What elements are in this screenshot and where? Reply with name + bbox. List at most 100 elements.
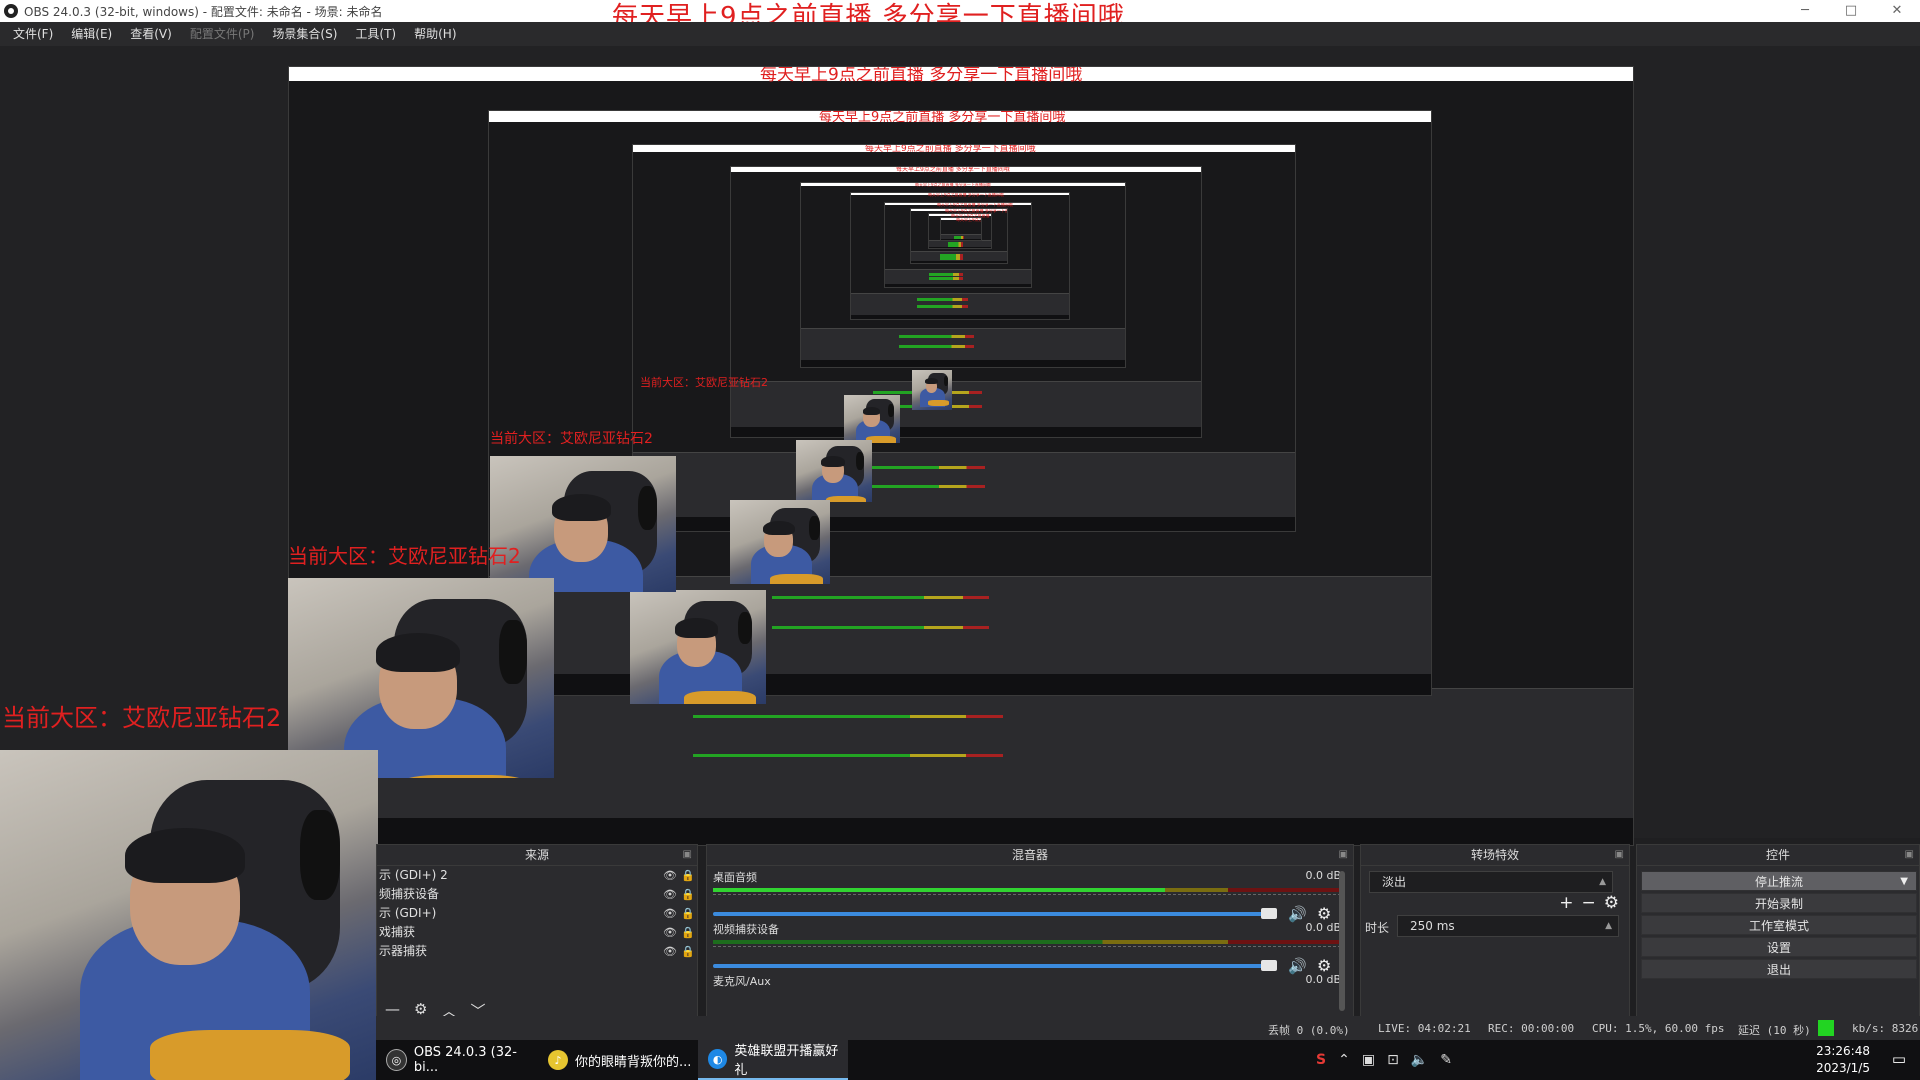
maximize-button[interactable]: □: [1828, 0, 1874, 22]
webcam-frame: [730, 500, 830, 584]
channel-db: 0.0 dB: [1305, 869, 1341, 882]
lock-icon[interactable]: 🔒: [679, 923, 697, 942]
settings-button[interactable]: 设置: [1641, 937, 1917, 957]
duration-spinbox[interactable]: 250 ms ▲: [1397, 915, 1619, 937]
stop-stream-button[interactable]: 停止推流 ▼: [1641, 871, 1917, 891]
menu-help[interactable]: 帮助(H): [405, 22, 465, 46]
source-item[interactable]: 示器捕获 👁 🔒: [377, 942, 697, 961]
duration-value: 250 ms: [1410, 919, 1455, 933]
nested-overlay-text: 每天早上9点之前直播 多分享一下直播间哦: [928, 192, 1004, 197]
spin-arrows-icon: ▲: [1599, 877, 1606, 887]
volume-icon[interactable]: 🔈: [1411, 1052, 1428, 1068]
network-icon[interactable]: ⊡: [1387, 1052, 1399, 1068]
dock-float-icon[interactable]: ▣: [1339, 845, 1348, 865]
taskbar-app-label: 你的眼睛背叛你的...: [575, 1054, 692, 1070]
source-item[interactable]: 示 (GDI+) 👁 🔒: [377, 904, 697, 923]
lock-icon[interactable]: 🔒: [679, 942, 697, 961]
webcam-region-label: 当前大区：艾欧尼亚钻石2: [640, 376, 768, 389]
tray-chevron-up-icon[interactable]: ⌃: [1338, 1052, 1350, 1068]
exit-button[interactable]: 退出: [1641, 959, 1917, 979]
browser-app-icon: ◐: [708, 1049, 728, 1069]
taskbar-league-client[interactable]: ◐ 英雄联盟开播赢好礼: [698, 1040, 848, 1080]
source-item[interactable]: 戏捕获 👁 🔒: [377, 923, 697, 942]
sogou-input-icon[interactable]: S: [1316, 1052, 1326, 1068]
webcam-frame: [912, 370, 952, 410]
visibility-eye-icon[interactable]: 👁: [661, 904, 679, 923]
transition-selected-value: 淡出: [1382, 875, 1407, 889]
bitrate: kb/s: 8326: [1852, 1022, 1919, 1035]
remove-transition-icon[interactable]: −: [1582, 893, 1596, 913]
source-item[interactable]: 频捕获设备 👁 🔒: [377, 885, 697, 904]
dock-float-icon[interactable]: ▣: [1905, 845, 1914, 865]
lock-icon[interactable]: 🔒: [679, 904, 697, 923]
lock-icon[interactable]: 🔒: [679, 866, 697, 885]
meter-ticks: [713, 946, 1341, 957]
volume-meter-level: [713, 888, 1166, 892]
close-button[interactable]: ✕: [1874, 0, 1920, 22]
slider-handle[interactable]: [1261, 960, 1277, 971]
source-name: 示器捕获: [379, 944, 428, 958]
dock-float-icon[interactable]: ▣: [1615, 845, 1624, 865]
pen-icon[interactable]: ✎: [1440, 1052, 1452, 1068]
studio-mode-button[interactable]: 工作室模式: [1641, 915, 1917, 935]
source-item[interactable]: 示 (GDI+) 2 👁 🔒: [377, 866, 697, 885]
channel-name: 桌面音频: [713, 871, 757, 884]
nested-overlay-text: 每天早上9点之前直播 多分享一下直播间哦: [915, 182, 991, 187]
source-list: 示 (GDI+) 2 👁 🔒 频捕获设备 👁 🔒 示 (GDI+) 👁 🔒 戏捕获 👁 🔒 示器捕获 👁 🔒: [377, 866, 697, 961]
add-transition-icon[interactable]: +: [1559, 893, 1573, 913]
start-recording-button[interactable]: 开始录制: [1641, 893, 1917, 913]
tray-app-icon[interactable]: ▣: [1362, 1052, 1375, 1068]
transition-settings-gear-icon[interactable]: ⚙: [1604, 893, 1619, 913]
visibility-eye-icon[interactable]: 👁: [661, 942, 679, 961]
mixer-channel: 麦克风/Aux 0.0 dB: [713, 973, 1341, 989]
taskbar-music[interactable]: ♪ 你的眼睛背叛你的...: [538, 1040, 696, 1080]
mixer-dock: 混音器 ▣ 桌面音频 0.0 dB 🔊 ⚙ 视频捕获设备 0.0 dB 🔊 ⚙ 麦克风/Aux 0…: [706, 844, 1354, 1040]
menu-bar: 文件(F) 编辑(E) 查看(V) 配置文件(P) 场景集合(S) 工具(T) …: [0, 22, 1920, 46]
delay-status: 延迟 (10 秒): [1738, 1024, 1811, 1037]
transition-select[interactable]: 淡出 ▲: [1369, 871, 1613, 893]
notification-icon[interactable]: ▭: [1892, 1050, 1906, 1068]
chevron-down-icon[interactable]: ▼: [1900, 872, 1908, 892]
menu-edit[interactable]: 编辑(E): [62, 22, 121, 46]
mixer-title: 混音器: [1011, 848, 1048, 862]
lock-icon[interactable]: 🔒: [679, 885, 697, 904]
nested-overlay-text: 每天早上9点之前直播 多分享一下直播间哦: [819, 110, 1066, 125]
duration-label: 时长: [1365, 921, 1390, 935]
source-name: 频捕获设备: [379, 887, 440, 901]
stop-stream-label: 停止推流: [1754, 875, 1803, 889]
taskbar-obs[interactable]: ◎ OBS 24.0.3 (32-bi...: [376, 1040, 534, 1080]
windows-taskbar: ◎ OBS 24.0.3 (32-bi... ♪ 你的眼睛背叛你的... ◐ 英…: [376, 1040, 1920, 1080]
controls-title: 控件: [1765, 848, 1790, 862]
dock-float-icon[interactable]: ▣: [683, 845, 692, 865]
menu-view[interactable]: 查看(V): [121, 22, 181, 46]
slider-handle[interactable]: [1261, 908, 1277, 919]
channel-db: 0.0 dB: [1305, 973, 1341, 986]
webcam-region-label: 当前大区：艾欧尼亚钻石2: [2, 704, 282, 732]
minimize-button[interactable]: ─: [1782, 0, 1828, 22]
visibility-eye-icon[interactable]: 👁: [661, 923, 679, 942]
preview-canvas[interactable]: 每天早上9点之前直播 多分享一下直播间哦 每天早上9点之前直播 多分享一下直播间哦…: [0, 46, 1920, 1080]
visibility-eye-icon[interactable]: 👁: [661, 866, 679, 885]
mixer-scrollbar[interactable]: [1339, 871, 1345, 1011]
transitions-title: 转场特效: [1470, 848, 1519, 862]
taskbar-clock[interactable]: 23:26:48 2023/1/5: [1816, 1043, 1870, 1077]
webcam-frame: [490, 456, 676, 592]
music-app-icon: ♪: [548, 1050, 568, 1070]
sources-dock: 来源 ▣ 示 (GDI+) 2 👁 🔒 频捕获设备 👁 🔒 示 (GDI+) 👁 🔒 戏捕获 👁 🔒 示…: [376, 844, 698, 1040]
webcam-frame: [844, 395, 900, 443]
menu-scene-collection[interactable]: 场景集合(S): [263, 22, 346, 46]
meter-ticks: [713, 894, 1341, 905]
controls-header: 控件 ▣: [1637, 845, 1919, 866]
controls-dock: 控件 ▣ 停止推流 ▼ 开始录制 工作室模式 设置 退出: [1636, 844, 1920, 1040]
nested-overlay-text: 每天早上9点之前直播 多分享一下直播间哦: [865, 144, 1036, 154]
menu-tools[interactable]: 工具(T): [346, 22, 405, 46]
source-name: 示 (GDI+): [379, 906, 437, 920]
menu-file[interactable]: 文件(F): [4, 22, 62, 46]
volume-slider[interactable]: 🔊 ⚙: [713, 956, 1341, 975]
volume-slider[interactable]: 🔊 ⚙: [713, 904, 1341, 923]
menu-profile[interactable]: 配置文件(P): [181, 22, 264, 46]
live-timer: LIVE: 04:02:21: [1378, 1022, 1471, 1035]
mixer-channel: 视频捕获设备 0.0 dB 🔊 ⚙: [713, 921, 1341, 975]
webcam-region-label: 当前大区：艾欧尼亚钻石2: [490, 431, 653, 447]
visibility-eye-icon[interactable]: 👁: [661, 885, 679, 904]
